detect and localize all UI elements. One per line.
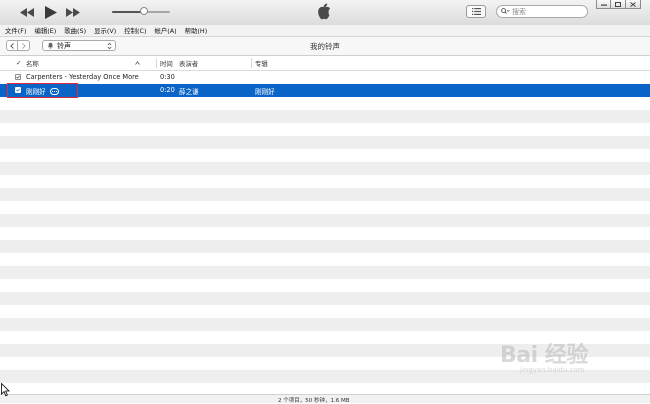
player-toolbar — [0, 0, 650, 26]
chevron-updown-icon — [107, 42, 112, 50]
menu-account[interactable]: 帐户(A) — [149, 26, 179, 35]
menu-help[interactable]: 帮助(H) — [180, 26, 211, 35]
history-buttons — [6, 40, 30, 51]
empty-row — [0, 279, 650, 292]
empty-row — [0, 136, 650, 149]
column-header-album[interactable]: 专辑 — [255, 59, 268, 68]
close-button[interactable] — [626, 0, 641, 9]
volume-slider[interactable] — [112, 7, 170, 15]
table-row-selected[interactable]: 刚刚好 0:20 薛之谦 刚刚好 — [0, 84, 650, 97]
empty-row — [0, 383, 650, 394]
empty-row — [0, 175, 650, 188]
menu-view[interactable]: 显示(V) — [89, 26, 119, 35]
empty-row — [0, 292, 650, 305]
navigation-bar: 铃声 我的铃声 — [0, 37, 650, 56]
column-separator — [251, 58, 252, 68]
menu-controls[interactable]: 控制(C) — [119, 26, 149, 35]
minimize-icon — [600, 4, 607, 6]
search-input[interactable] — [510, 6, 582, 17]
song-name: Carpenters - Yesterday Once More — [26, 73, 139, 81]
empty-row — [0, 318, 650, 331]
minimize-button[interactable] — [596, 0, 611, 9]
column-header-artist[interactable]: 表演者 — [179, 59, 198, 68]
volume-knob[interactable] — [139, 7, 148, 15]
search-box[interactable] — [496, 5, 588, 18]
list-view-icon — [471, 8, 481, 15]
apple-logo-icon — [318, 3, 331, 20]
play-icon — [45, 5, 57, 19]
watermark-logo: Bai 经验 — [500, 343, 588, 368]
empty-row — [0, 253, 650, 266]
watermark-url: jingyan.baidu.com — [520, 366, 585, 374]
menu-file[interactable]: 文件(F) — [0, 26, 29, 35]
back-button[interactable] — [6, 40, 18, 51]
forward-button[interactable] — [18, 40, 30, 51]
song-artist: 薛之谦 — [179, 88, 199, 96]
empty-row — [0, 227, 650, 240]
row-checkbox[interactable] — [15, 74, 21, 80]
search-icon — [501, 8, 510, 14]
empty-row — [0, 188, 650, 201]
column-header-name[interactable]: 名称 — [26, 59, 39, 68]
play-button[interactable] — [43, 4, 59, 20]
column-header-time[interactable]: 时间 — [160, 59, 173, 68]
empty-row — [0, 201, 650, 214]
checkmark-column-header[interactable]: ✓ — [16, 59, 21, 67]
empty-row — [0, 110, 650, 123]
window-controls — [596, 0, 641, 9]
list-view-button[interactable] — [466, 5, 486, 18]
page-title: 我的铃声 — [310, 42, 340, 51]
media-source-label: 铃声 — [57, 41, 71, 50]
song-time: 0:20 — [160, 86, 175, 94]
table-row[interactable]: Carpenters - Yesterday Once More 0:30 — [0, 71, 650, 84]
apple-logo — [317, 3, 332, 22]
back-icon — [10, 42, 14, 49]
maximize-button[interactable] — [611, 0, 626, 9]
empty-row — [0, 149, 650, 162]
sort-up-icon — [135, 61, 140, 65]
mouse-cursor-icon — [1, 383, 10, 397]
menu-song[interactable]: 歌曲(S) — [59, 26, 89, 35]
rewind-icon — [20, 7, 34, 17]
empty-row — [0, 266, 650, 279]
table-header: ✓ 名称 时间 表演者 专辑 — [0, 56, 650, 71]
empty-row — [0, 97, 650, 110]
checkmark-icon — [16, 75, 20, 79]
annotation-highlight-box — [7, 83, 78, 98]
watermark: Bai 经验 jingyan.baidu.com — [500, 337, 588, 374]
close-icon — [630, 1, 636, 7]
menu-edit[interactable]: 编辑(E) — [29, 26, 59, 35]
maximize-icon — [615, 1, 621, 7]
empty-row — [0, 240, 650, 253]
song-time: 0:30 — [160, 73, 175, 81]
empty-row — [0, 214, 650, 227]
menu-bar: 文件(F) 编辑(E) 歌曲(S) 显示(V) 控制(C) 帐户(A) 帮助(H… — [0, 25, 650, 37]
forward-icon — [21, 42, 26, 49]
empty-row — [0, 305, 650, 318]
bell-icon — [48, 42, 53, 49]
fast-forward-icon — [66, 7, 80, 17]
fast-forward-button[interactable] — [65, 4, 81, 20]
column-separator — [156, 58, 157, 68]
empty-row — [0, 123, 650, 136]
media-source-selector[interactable]: 铃声 — [42, 40, 116, 51]
empty-row — [0, 162, 650, 175]
song-album: 刚刚好 — [255, 88, 275, 96]
rewind-button[interactable] — [19, 4, 35, 20]
library-summary: 2 个项目，50 秒钟，1.6 MB — [278, 398, 350, 404]
